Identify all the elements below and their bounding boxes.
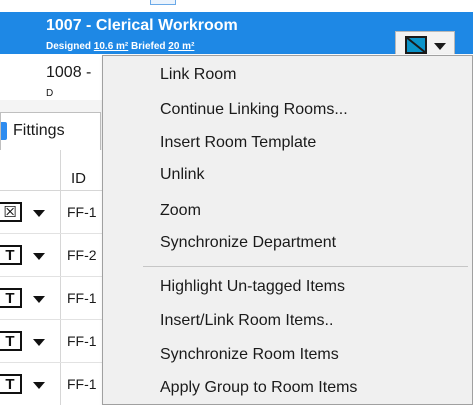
briefed-label: Briefed	[131, 41, 166, 52]
designed-label: Designed	[46, 41, 92, 52]
column-divider	[60, 277, 61, 319]
chevron-down-icon	[434, 43, 446, 50]
column-divider	[60, 150, 61, 190]
designed-value: 10.6 m²	[93, 41, 129, 52]
menu-item-unlink[interactable]: Unlink	[103, 160, 472, 190]
menu-item-synchronize-department[interactable]: Synchronize Department	[103, 228, 472, 258]
menu-item-zoom[interactable]: Zoom	[103, 196, 472, 226]
room-row-selected[interactable]: 1007 - Clerical Workroom Designed 10.6 m…	[0, 12, 473, 59]
room-area-info: D	[46, 88, 54, 99]
app-window: 1007 - Clerical Workroom Designed 10.6 m…	[0, 0, 473, 405]
column-divider	[60, 191, 61, 233]
briefed-value: 20 m²	[168, 41, 195, 52]
fittings-icon	[1, 122, 7, 140]
menu-item-apply-group-to-room-items[interactable]: Apply Group to Room Items	[103, 373, 472, 403]
color-swatch-icon	[405, 36, 427, 54]
menu-item-highlight-untagged-items[interactable]: Highlight Un-tagged Items	[103, 272, 472, 302]
menu-item-link-room[interactable]: Link Room	[103, 60, 472, 90]
tag-icon[interactable]: T	[0, 374, 22, 394]
chevron-down-icon[interactable]	[33, 382, 45, 389]
item-id: FF-1	[67, 376, 97, 392]
context-menu: Link Room Continue Linking Rooms... Inse…	[102, 55, 473, 405]
room-title: 1007 - Clerical Workroom	[46, 17, 238, 34]
room-title: 1008 -	[46, 64, 92, 81]
menu-item-insert-room-template[interactable]: Insert Room Template	[103, 128, 472, 158]
tag-icon[interactable]: T	[0, 245, 22, 265]
chevron-down-icon[interactable]	[33, 253, 45, 260]
tag-icon[interactable]: T	[0, 288, 22, 308]
menu-item-insert-link-room-items[interactable]: Insert/Link Room Items..	[103, 306, 472, 336]
column-divider	[60, 320, 61, 362]
column-divider	[60, 234, 61, 276]
scroll-sliver	[150, 0, 176, 5]
tag-icon[interactable]: T	[0, 331, 22, 351]
tab-fittings[interactable]: Fittings	[0, 112, 101, 150]
menu-item-continue-linking-rooms[interactable]: Continue Linking Rooms...	[103, 95, 472, 125]
room-area-info: Designed 10.6 m² Briefed 20 m²	[46, 41, 194, 52]
column-divider	[60, 363, 61, 405]
chevron-down-icon[interactable]	[33, 210, 45, 217]
id-column-header[interactable]: ID	[71, 170, 86, 187]
item-id: FF-1	[67, 290, 97, 306]
tab-label: Fittings	[13, 122, 65, 139]
item-id: FF-1	[67, 333, 97, 349]
item-id: FF-1	[67, 204, 97, 220]
menu-item-synchronize-room-items[interactable]: Synchronize Room Items	[103, 340, 472, 370]
item-id: FF-2	[67, 247, 97, 263]
tag-icon[interactable]: ☒	[0, 202, 22, 222]
menu-separator	[143, 266, 468, 267]
chevron-down-icon[interactable]	[33, 339, 45, 346]
chevron-down-icon[interactable]	[33, 296, 45, 303]
